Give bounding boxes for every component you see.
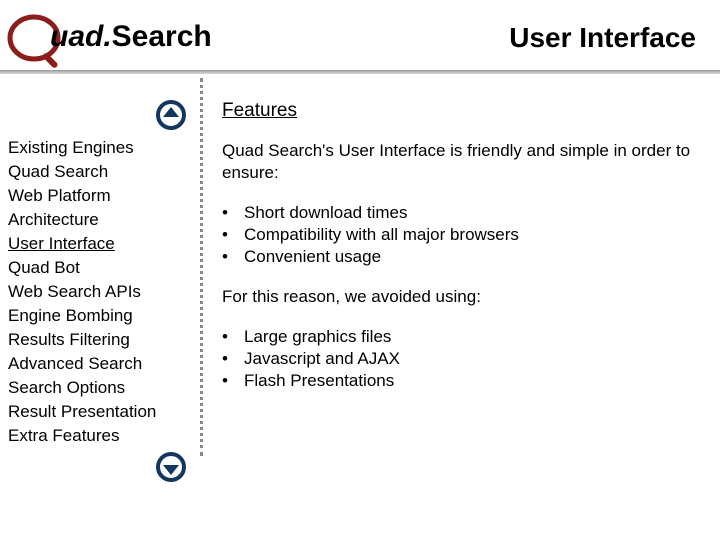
sidebar-item-quad-search[interactable]: Quad Search xyxy=(8,160,196,184)
logo-word-1: uad. xyxy=(50,20,112,53)
vertical-divider xyxy=(200,78,203,456)
bullet-text: Convenient usage xyxy=(244,247,381,266)
bullet-icon: • xyxy=(222,246,244,268)
scroll-down-button[interactable] xyxy=(156,452,186,482)
scroll-up-button[interactable] xyxy=(156,100,186,130)
sidebar-item-search-options[interactable]: Search Options xyxy=(8,376,196,400)
bullet-text: Compatibility with all major browsers xyxy=(244,225,519,244)
bullet-icon: • xyxy=(222,348,244,370)
sidebar-item-architecture[interactable]: Architecture xyxy=(8,208,196,232)
page-title: User Interface xyxy=(509,22,696,54)
sidebar-nav: Existing EnginesQuad SearchWeb PlatformA… xyxy=(8,136,196,448)
header-divider xyxy=(0,70,720,74)
header: uad.Search User Interface xyxy=(0,0,720,78)
avoided-list-item: • Large graphics files xyxy=(222,326,704,348)
avoided-list-item: • Flash Presentations xyxy=(222,370,704,392)
sidebar-item-extra-features[interactable]: Extra Features xyxy=(8,424,196,448)
ensure-list-item: • Convenient usage xyxy=(222,246,704,268)
avoided-list-item: • Javascript and AJAX xyxy=(222,348,704,370)
body: Existing EnginesQuad SearchWeb PlatformA… xyxy=(0,78,720,448)
sidebar-item-result-presentation[interactable]: Result Presentation xyxy=(8,400,196,424)
bullet-icon: • xyxy=(222,326,244,348)
bullet-text: Large graphics files xyxy=(244,327,391,346)
bullet-icon: • xyxy=(222,202,244,224)
bullet-icon: • xyxy=(222,370,244,392)
bullet-text: Flash Presentations xyxy=(244,371,394,390)
mid-paragraph: For this reason, we avoided using: xyxy=(222,286,704,308)
sidebar-item-quad-bot[interactable]: Quad Bot xyxy=(8,256,196,280)
logo: uad.Search xyxy=(6,6,256,66)
bullet-text: Javascript and AJAX xyxy=(244,349,400,368)
ensure-list-item: • Short download times xyxy=(222,202,704,224)
sidebar-item-advanced-search[interactable]: Advanced Search xyxy=(8,352,196,376)
avoided-list: • Large graphics files • Javascript and … xyxy=(222,326,704,392)
sidebar-item-user-interface[interactable]: User Interface xyxy=(8,232,196,256)
intro-paragraph: Quad Search's User Interface is friendly… xyxy=(222,140,704,184)
sidebar-item-existing-engines[interactable]: Existing Engines xyxy=(8,136,196,160)
sidebar-item-engine-bombing[interactable]: Engine Bombing xyxy=(8,304,196,328)
ensure-list: • Short download times • Compatibility w… xyxy=(222,202,704,268)
ensure-list-item: • Compatibility with all major browsers xyxy=(222,224,704,246)
sidebar-item-web-platform[interactable]: Web Platform xyxy=(8,184,196,208)
sidebar-item-results-filtering[interactable]: Results Filtering xyxy=(8,328,196,352)
main-content: Features Quad Search's User Interface is… xyxy=(196,100,720,448)
section-heading: Features xyxy=(222,100,704,122)
sidebar-column: Existing EnginesQuad SearchWeb PlatformA… xyxy=(0,100,196,448)
bullet-text: Short download times xyxy=(244,203,407,222)
logo-text: uad.Search xyxy=(50,20,212,54)
logo-word-2: Search xyxy=(112,20,212,53)
bullet-icon: • xyxy=(222,224,244,246)
sidebar-item-web-search-apis[interactable]: Web Search APIs xyxy=(8,280,196,304)
